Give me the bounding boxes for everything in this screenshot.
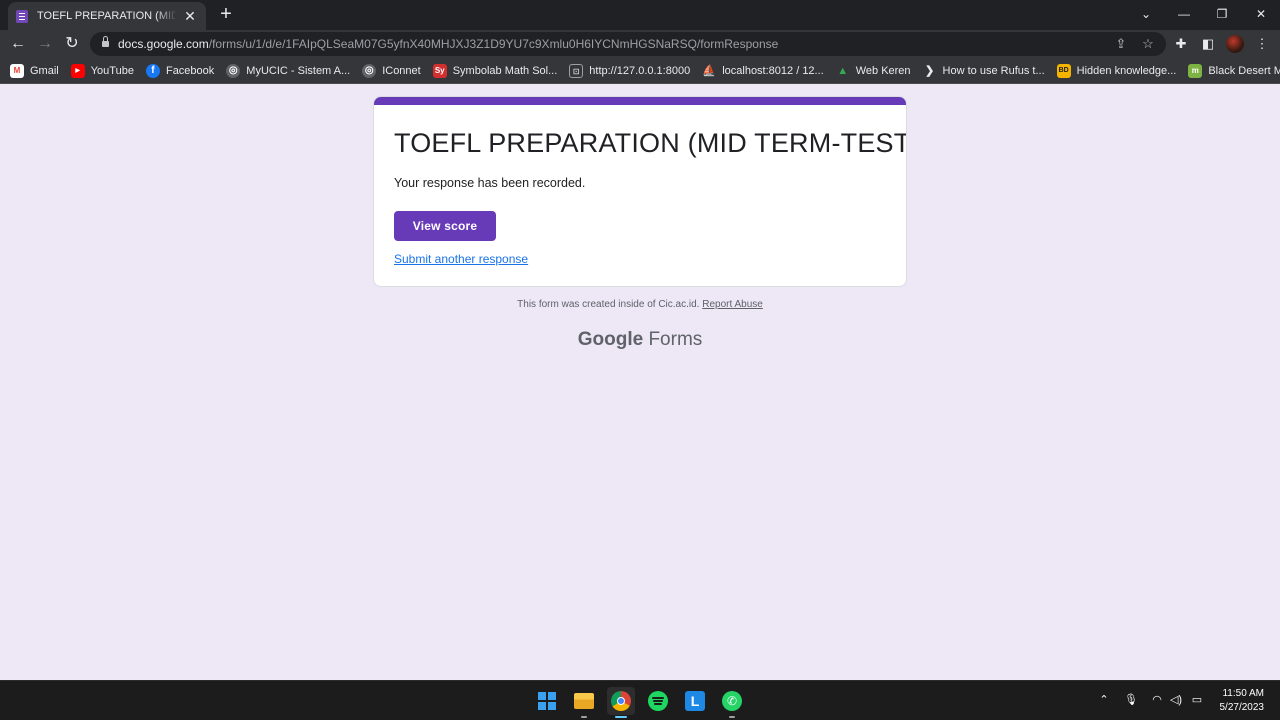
card-accent-bar [374,97,906,105]
gmail-icon: M [10,63,24,78]
clock-time: 11:50 AM [1222,688,1264,699]
running-indicator [615,716,627,718]
google-forms-icon [16,9,28,23]
windows-start-button[interactable] [533,687,561,715]
whatsapp-button[interactable]: ✆ [718,687,746,718]
youtube-icon: ▶ [70,63,85,78]
bookmark-symbolab[interactable]: Sy Symbolab Math Sol... [432,61,557,81]
menu-icon[interactable]: ⋮ [1252,34,1272,54]
bookmark-rufus[interactable]: ❯ How to use Rufus t... [923,61,1045,81]
bdm-icon: m [1188,63,1203,78]
rufus-icon: ❯ [924,64,935,77]
bookmark-star-icon[interactable]: ☆ [1139,35,1157,53]
bookmark-facebook[interactable]: f Facebook [145,61,214,81]
wifi-icon[interactable]: ◠ [1149,692,1165,708]
view-score-button[interactable]: View score [394,211,496,241]
address-bar[interactable]: docs.google.com/forms/u/1/d/e/1FAIpQLSea… [90,32,1166,56]
google-forms-logo[interactable]: Google Forms [0,329,1280,351]
bookmark-iconnet[interactable]: ◎ IConnet [362,61,421,81]
page-icon: ⊡ [569,63,584,78]
close-tab-icon[interactable]: ✕ [182,8,198,24]
chrome-button[interactable] [607,687,635,718]
brand-google: Google [577,329,644,350]
footer-text: This form was created inside of Cic.ac.i… [517,299,700,310]
browser-tab[interactable]: TOEFL PREPARATION (MID TERM-TEST) ✕ [8,2,206,30]
globe-icon: ◎ [362,63,377,78]
response-card: TOEFL PREPARATION (MID TERM-TEST) Your r… [373,96,907,287]
bookmark-hidden-knowledge[interactable]: BD Hidden knowledge... [1056,61,1176,81]
tab-search-icon[interactable]: ⌄ [1135,3,1157,25]
bookmarks-bar: M Gmail ▶ YouTube f Facebook ◎ MyUCIC - … [0,58,1280,84]
new-tab-icon[interactable]: + [216,4,236,24]
windows-start-icon [538,692,556,710]
profile-avatar[interactable] [1226,35,1244,53]
l-app-icon: L [685,691,705,711]
bookmark-youtube[interactable]: ▶ YouTube [70,61,134,81]
brand-forms: Forms [648,329,703,350]
back-icon[interactable]: ← [8,34,28,54]
bookmark-web-keren[interactable]: ▲ Web Keren [836,61,910,81]
chevron-up-icon[interactable]: ⌃ [1096,692,1112,708]
bookmark-black-desert[interactable]: m Black Desert Mobil... [1188,61,1280,81]
running-indicator [581,716,587,718]
share-icon[interactable]: ⇪ [1112,35,1130,53]
url-text[interactable]: docs.google.com/forms/u/1/d/e/1FAIpQLSea… [118,37,778,51]
microphone-icon[interactable]: 🎙 [1123,692,1139,708]
spotify-icon [648,691,668,711]
confirmation-message: Your response has been recorded. [394,176,586,190]
running-indicator [729,716,735,718]
form-title: TOEFL PREPARATION (MID TERM-TEST) [394,128,907,158]
l-app-button[interactable]: L [681,687,709,715]
restore-icon[interactable]: ❐ [1211,3,1233,25]
taskbar: L ✆ ⌃ 🎙 ◠ ◁) ▭ 11:50 AM 5/27/2023 [0,680,1280,720]
globe-icon: ◎ [226,63,241,78]
file-explorer-icon [574,693,594,709]
whatsapp-icon: ✆ [722,691,742,711]
chrome-icon [611,691,631,711]
reload-icon[interactable]: ↻ [62,34,82,54]
spotify-button[interactable] [644,687,672,715]
lock-icon[interactable] [102,36,109,48]
bd-icon: BD [1056,63,1071,78]
report-abuse-link[interactable]: Report Abuse [702,299,763,310]
bookmark-localhost-8000[interactable]: ⊡ http://127.0.0.1:8000 [569,61,690,81]
minimize-icon[interactable]: — [1173,3,1195,25]
google-drive-icon: ▲ [837,64,849,77]
phpmyadmin-icon: ⛵ [702,64,717,77]
symbolab-icon: Sy [432,63,447,78]
bookmark-phpmyadmin[interactable]: ⛵ localhost:8012 / 12... [702,61,823,81]
page-content: TOEFL PREPARATION (MID TERM-TEST) Your r… [0,85,1280,680]
tab-title: TOEFL PREPARATION (MID TERM-TEST) [37,10,177,22]
facebook-icon: f [145,63,160,78]
file-explorer-button[interactable] [570,687,598,718]
side-panel-icon[interactable]: ◧ [1198,34,1218,54]
volume-icon[interactable]: ◁) [1168,692,1184,708]
tab-strip: TOEFL PREPARATION (MID TERM-TEST) ✕ + ⌄ … [0,0,1280,30]
browser-toolbar: ← → ↻ docs.google.com/forms/u/1/d/e/1FAI… [0,30,1280,58]
battery-icon[interactable]: ▭ [1189,692,1205,708]
bookmark-myucic[interactable]: ◎ MyUCIC - Sistem A... [226,61,350,81]
clock-date: 5/27/2023 [1219,702,1265,713]
forward-icon[interactable]: → [35,34,55,54]
extensions-icon[interactable]: ✚ [1171,34,1191,54]
bookmark-gmail[interactable]: M Gmail [10,61,59,81]
footer-note: This form was created inside of Cic.ac.i… [0,299,1280,310]
submit-another-response-link[interactable]: Submit another response [394,252,528,266]
system-clock[interactable]: 11:50 AM 5/27/2023 [1220,687,1265,715]
close-window-icon[interactable]: ✕ [1250,3,1272,25]
